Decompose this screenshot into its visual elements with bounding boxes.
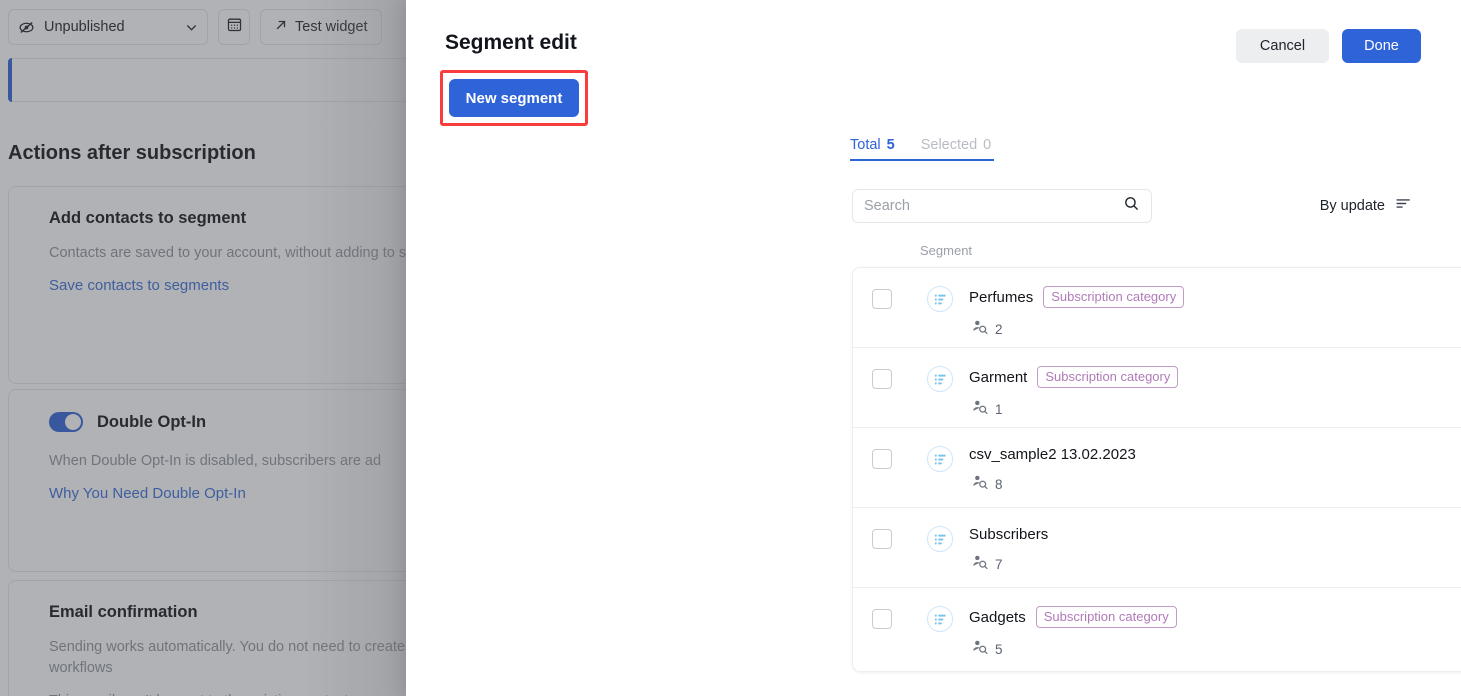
segment-list-icon bbox=[927, 526, 953, 552]
card-description: Sending works automatically. You do not … bbox=[49, 639, 420, 676]
background-selected-block bbox=[8, 58, 420, 102]
sort-control[interactable]: By update bbox=[1320, 195, 1412, 216]
status-badge: Subscription category bbox=[1037, 366, 1179, 388]
row-main: Subscribers 7 bbox=[969, 526, 1461, 575]
test-widget-button[interactable]: Test widget bbox=[260, 9, 382, 45]
tab-selected[interactable]: Selected 0 bbox=[921, 137, 992, 153]
tab-total-count: 5 bbox=[886, 137, 895, 153]
why-double-opt-in-link[interactable]: Why You Need Double Opt-In bbox=[49, 485, 420, 502]
card-add-contacts-to-segment: Add contacts to segment Contacts are sav… bbox=[8, 186, 420, 384]
contacts-count: 7 bbox=[995, 557, 1003, 572]
table-header: Segment ID Update bbox=[852, 243, 1461, 263]
page-title: Actions after subscription bbox=[8, 142, 256, 164]
row-checkbox[interactable] bbox=[872, 609, 892, 629]
segment-tabs: Total 5 Selected 0 bbox=[850, 137, 994, 161]
status-badge: Subscription category bbox=[1043, 286, 1185, 308]
save-contacts-to-segments-link[interactable]: Save contacts to segments bbox=[49, 277, 420, 294]
row-checkbox[interactable] bbox=[872, 529, 892, 549]
table-row[interactable]: Garment Subscription category 1 bbox=[853, 348, 1461, 428]
search-box[interactable] bbox=[852, 189, 1152, 223]
card-title: Email confirmation bbox=[49, 603, 198, 621]
row-contacts: 7 bbox=[972, 554, 1461, 575]
row-title-line: Gadgets Subscription category bbox=[969, 606, 1461, 628]
modal-header: Segment edit Cancel Done bbox=[406, 0, 1461, 76]
new-segment-button[interactable]: New segment bbox=[449, 79, 579, 117]
row-title-line: Subscribers bbox=[969, 526, 1461, 543]
segment-name: csv_sample2 13.02.2023 bbox=[969, 446, 1136, 463]
segment-list-icon bbox=[927, 366, 953, 392]
segment-name: Perfumes bbox=[969, 288, 1034, 306]
row-main: Gadgets Subscription category 5 bbox=[969, 606, 1461, 660]
test-widget-label: Test widget bbox=[295, 19, 368, 35]
card-title: Double Opt-In bbox=[97, 412, 207, 431]
eye-off-icon bbox=[18, 19, 35, 36]
tab-total-label: Total bbox=[850, 137, 881, 153]
row-title-line: Garment Subscription category bbox=[969, 366, 1461, 388]
row-checkbox[interactable] bbox=[872, 449, 892, 469]
search-icon[interactable] bbox=[1123, 195, 1140, 217]
calendar-button[interactable] bbox=[218, 9, 250, 45]
row-contacts: 2 bbox=[972, 319, 1461, 340]
chevron-down-icon bbox=[185, 21, 198, 34]
modal-header-actions: Cancel Done bbox=[1236, 29, 1421, 63]
person-search-icon bbox=[972, 474, 988, 495]
row-contacts: 1 bbox=[972, 399, 1461, 420]
cancel-button[interactable]: Cancel bbox=[1236, 29, 1329, 63]
publish-status-select[interactable]: Unpublished bbox=[8, 9, 208, 45]
background-page: Unpublished Test widget Actions after su… bbox=[0, 0, 420, 696]
row-main: Perfumes Subscription category 2 bbox=[969, 286, 1461, 340]
table-row[interactable]: Gadgets Subscription category 5 bbox=[853, 588, 1461, 668]
contacts-count: 8 bbox=[995, 477, 1003, 492]
person-search-icon bbox=[972, 319, 988, 340]
status-badge: Subscription category bbox=[1035, 606, 1177, 628]
row-main: Garment Subscription category 1 bbox=[969, 366, 1461, 420]
row-checkbox[interactable] bbox=[872, 289, 892, 309]
publish-status-value: Unpublished bbox=[44, 19, 125, 35]
row-title-line: Perfumes Subscription category bbox=[969, 286, 1461, 308]
row-checkbox[interactable] bbox=[872, 369, 892, 389]
row-contacts: 8 bbox=[972, 474, 1461, 495]
table-row[interactable]: Perfumes Subscription category 2 bbox=[853, 268, 1461, 348]
search-input[interactable] bbox=[864, 198, 1123, 214]
segment-name: Garment bbox=[969, 368, 1028, 386]
segment-name: Subscribers bbox=[969, 526, 1049, 543]
segment-list-icon bbox=[927, 446, 953, 472]
sort-label: By update bbox=[1319, 197, 1385, 214]
tab-total[interactable]: Total 5 bbox=[850, 137, 895, 153]
segment-edit-modal: Segment edit Cancel Done New segment Tot… bbox=[406, 0, 1461, 696]
card-double-opt-in: Double Opt-In When Double Opt-In is disa… bbox=[8, 389, 420, 572]
tab-selected-count: 0 bbox=[983, 137, 992, 153]
contacts-count: 5 bbox=[995, 642, 1003, 657]
person-search-icon bbox=[972, 399, 988, 420]
card-description-secondary: This email won't be sent to the existing… bbox=[49, 691, 420, 696]
row-main: csv_sample2 13.02.2023 8 bbox=[969, 446, 1461, 495]
card-description: When Double Opt-In is disabled, subscrib… bbox=[49, 453, 382, 469]
person-search-icon bbox=[972, 639, 988, 660]
card-description: Contacts are saved to your account, with… bbox=[49, 245, 420, 261]
background-toolbar: Unpublished Test widget bbox=[0, 0, 420, 54]
new-segment-highlight: New segment bbox=[440, 70, 588, 126]
segment-name: Gadgets bbox=[969, 608, 1026, 626]
segment-list-icon bbox=[927, 286, 953, 312]
done-button[interactable]: Done bbox=[1342, 29, 1421, 63]
table-row[interactable]: csv_sample2 13.02.2023 8 198054872 1 bbox=[853, 428, 1461, 508]
sort-descending-icon[interactable] bbox=[1395, 195, 1412, 216]
double-opt-in-header: Double Opt-In bbox=[49, 412, 420, 432]
modal-title: Segment edit bbox=[445, 31, 577, 54]
person-search-icon bbox=[972, 554, 988, 575]
contacts-count: 2 bbox=[995, 322, 1003, 337]
table-row[interactable]: Subscribers 7 175850636 13 Feb bbox=[853, 508, 1461, 588]
card-title: Add contacts to segment bbox=[49, 209, 247, 227]
calendar-icon bbox=[226, 16, 243, 38]
column-header-segment: Segment bbox=[920, 243, 973, 258]
external-link-icon bbox=[274, 18, 288, 36]
contacts-count: 1 bbox=[995, 402, 1003, 417]
tab-selected-label: Selected bbox=[920, 137, 978, 153]
segment-list-icon bbox=[927, 606, 953, 632]
double-opt-in-toggle[interactable] bbox=[49, 412, 83, 432]
row-title-line: csv_sample2 13.02.2023 bbox=[969, 446, 1461, 463]
card-email-confirmation: Email confirmation Sending works automat… bbox=[8, 580, 420, 696]
segment-table: Perfumes Subscription category 2 Garment… bbox=[852, 267, 1461, 672]
row-contacts: 5 bbox=[972, 639, 1461, 660]
